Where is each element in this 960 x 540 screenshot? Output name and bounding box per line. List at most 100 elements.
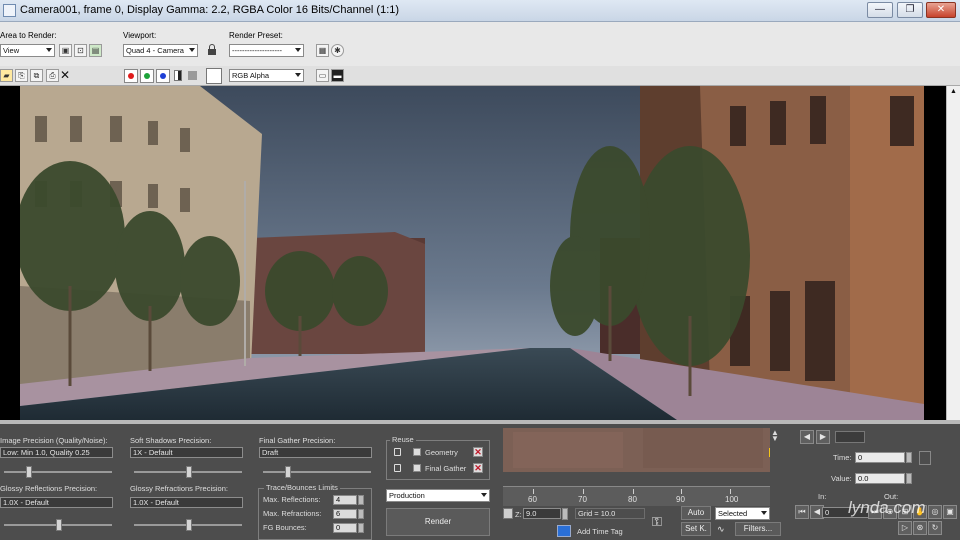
z-coordinate-field[interactable]: 9.0 [523, 508, 561, 519]
glossy-refractions-field[interactable]: 1.0X - Default [130, 497, 243, 508]
soft-shadows-field[interactable]: 1X - Default [130, 447, 243, 458]
clear-geometry-icon[interactable]: ✕ [473, 447, 483, 457]
vertical-scrollbar[interactable]: ▲ [946, 86, 960, 422]
save-image-icon[interactable]: ▰ [0, 69, 13, 82]
slider-knob[interactable] [186, 466, 192, 478]
track-view-area[interactable] [503, 428, 770, 472]
spinner-arrows-icon[interactable] [906, 452, 912, 463]
blue-channel-toggle[interactable] [156, 69, 170, 83]
image-precision-slider[interactable] [4, 466, 112, 478]
field-of-view-icon[interactable]: ▷ [898, 521, 912, 535]
lock-icon[interactable] [394, 448, 401, 456]
time-ruler[interactable]: 60 70 80 90 100 [503, 486, 770, 506]
area-to-render-value: View [3, 46, 20, 55]
render-viewport[interactable] [0, 86, 946, 422]
lock-selection-icon[interactable] [503, 508, 513, 519]
swatch-white[interactable] [206, 68, 222, 84]
ruler-tick-label: 100 [725, 495, 739, 504]
key-field[interactable] [835, 431, 865, 443]
set-key-button[interactable]: Set K. [681, 522, 711, 536]
fg-bounces-spinner[interactable]: 0 [333, 523, 357, 533]
key-filter-dropdown[interactable]: Selected [715, 507, 770, 520]
print-icon[interactable]: ⎙ [46, 69, 59, 82]
gear-icon[interactable]: ✱ [331, 44, 344, 57]
glossy-reflections-slider[interactable] [4, 519, 112, 531]
track-pattern [503, 428, 770, 472]
walk-through-icon[interactable]: ⊛ [913, 521, 927, 535]
render-setup-icon[interactable]: ▤ [89, 44, 102, 57]
slider-knob[interactable] [56, 519, 62, 531]
ruler-tick [730, 489, 731, 494]
time-field[interactable]: 0 [855, 452, 905, 463]
monochrome-icon[interactable] [188, 71, 197, 80]
chevron-down-icon [295, 48, 301, 52]
edit-region-icon[interactable]: ▣ [59, 44, 72, 57]
glossy-refractions-label: Glossy Refractions Precision: [130, 484, 228, 493]
render-preset-dropdown[interactable]: -------------------- [229, 44, 304, 57]
maximize-viewport-icon[interactable]: ▣ [943, 505, 957, 519]
green-channel-toggle[interactable] [140, 69, 154, 83]
area-to-render-dropdown[interactable]: View [0, 44, 55, 57]
chevron-down-icon [46, 48, 52, 52]
time-tag-icon[interactable] [557, 525, 571, 537]
go-to-start-icon[interactable]: ⏮ [795, 505, 809, 519]
clone-window-icon[interactable]: ⧉ [30, 69, 43, 82]
final-gather-field[interactable]: Draft [259, 447, 372, 458]
auto-region-icon[interactable]: ⊡ [74, 44, 87, 57]
lock-viewport-icon[interactable] [207, 44, 217, 56]
roll-icon[interactable]: ↻ [928, 521, 942, 535]
spinner-arrows-icon[interactable] [906, 473, 912, 484]
clear-icon[interactable]: ✕ [60, 68, 70, 82]
render-mode-dropdown[interactable]: Production [386, 489, 490, 502]
render-button[interactable]: Render [386, 508, 490, 536]
filters-button[interactable]: Filters... [735, 522, 781, 536]
environment-icon[interactable]: ▦ [316, 44, 329, 57]
restore-button[interactable]: ❐ [897, 2, 923, 18]
final-gather-checkbox[interactable] [413, 464, 421, 472]
expand-arrow-icon[interactable]: ▼ [771, 434, 779, 443]
clear-final-gather-icon[interactable]: ✕ [473, 463, 483, 473]
spinner-arrows-icon[interactable] [562, 508, 568, 520]
max-refractions-spinner[interactable]: 6 [333, 509, 357, 519]
auto-key-button[interactable]: Auto [681, 506, 711, 520]
close-button[interactable]: ✕ [926, 2, 956, 18]
next-key-icon[interactable]: ▶ [816, 430, 830, 444]
ruler-tick-label: 60 [528, 495, 537, 504]
display-channel-dropdown[interactable]: RGB Alpha [229, 69, 304, 82]
spinner-arrows-icon[interactable] [358, 509, 364, 519]
final-gather-reuse-label: Final Gather [425, 464, 467, 473]
toggle-ui-icon[interactable]: ▬ [331, 69, 344, 82]
toggle-ui-overlay-icon[interactable]: ▭ [316, 69, 329, 82]
key-icon[interactable]: ⚿ [652, 514, 662, 530]
alpha-channel-icon[interactable] [174, 70, 182, 81]
glossy-reflections-field[interactable]: 1.0X - Default [0, 497, 113, 508]
spinner-arrows-icon[interactable] [358, 523, 364, 533]
add-time-tag-label[interactable]: Add Time Tag [577, 527, 623, 536]
red-channel-toggle[interactable] [124, 69, 138, 83]
prev-key-icon[interactable]: ◀ [800, 430, 814, 444]
value-label: Value: [831, 474, 852, 483]
trace-bounces-label: Trace/Bounces Limits [264, 483, 340, 492]
scroll-up-icon[interactable]: ▲ [950, 88, 957, 95]
image-precision-field[interactable]: Low: Min 1.0, Quality 0.25 [0, 447, 113, 458]
spinner-arrows-icon[interactable] [358, 495, 364, 505]
minimize-button[interactable]: — [867, 2, 893, 18]
slider-knob[interactable] [285, 466, 291, 478]
slider-knob[interactable] [26, 466, 32, 478]
slider-knob[interactable] [186, 519, 192, 531]
value-field[interactable]: 0.0 [855, 473, 905, 484]
green-dot-icon [144, 73, 150, 79]
lock-icon[interactable] [394, 464, 401, 472]
expand-curve-icon[interactable] [919, 451, 931, 465]
viewport-dropdown[interactable]: Quad 4 - Camera [123, 44, 198, 57]
soft-shadows-slider[interactable] [134, 466, 242, 478]
orbit-icon[interactable]: ◎ [928, 505, 942, 519]
glossy-refractions-slider[interactable] [134, 519, 242, 531]
max-refractions-label: Max. Refractions: [263, 509, 322, 518]
final-gather-slider[interactable] [263, 466, 371, 478]
copy-image-icon[interactable]: ⎘ [15, 69, 28, 82]
geometry-checkbox[interactable] [413, 448, 421, 456]
render-toolbar: Area to Render: View ▣ ⊡ ▤ Viewport: Qua… [0, 22, 960, 66]
z-label: Z: [515, 510, 522, 519]
max-reflections-spinner[interactable]: 4 [333, 495, 357, 505]
